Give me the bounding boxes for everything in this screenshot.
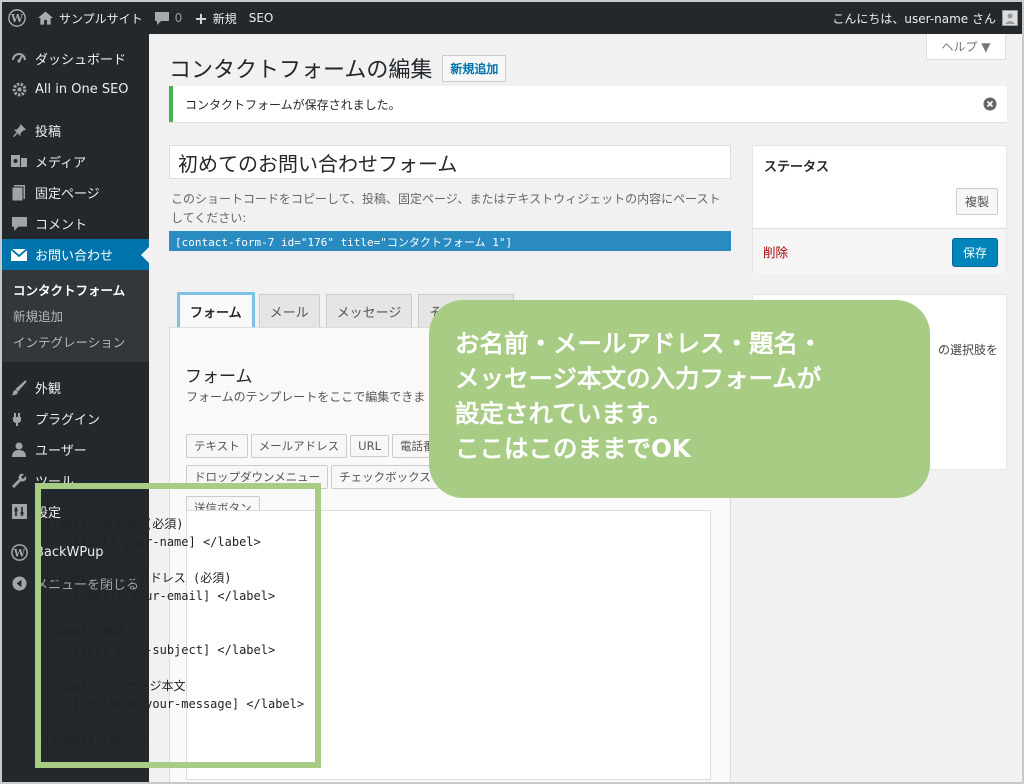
dismiss-icon[interactable]: [983, 97, 997, 111]
home-icon: [38, 11, 53, 25]
submenu-item-integration[interactable]: インテグレーション: [2, 328, 149, 354]
sidebar-item-label: 投稿: [35, 125, 62, 140]
page-title: コンタクトフォームの編集: [169, 58, 433, 83]
brush-icon: [10, 379, 28, 397]
avatar-person-icon: [1005, 13, 1015, 24]
callout-line: メッセージ本文の入力フォームが: [455, 364, 822, 393]
sidebar-item-label: All in One SEO: [35, 82, 129, 97]
comment-bubble-icon: [154, 11, 169, 25]
gear-icon: [10, 81, 28, 99]
dashboard-icon: [10, 50, 28, 68]
svg-text:W: W: [10, 12, 24, 25]
callout-line: 設定されています。: [455, 399, 673, 428]
collapse-arrow-icon: [10, 575, 28, 593]
form-template-code: <label> お名前 (必須) [text* your-name] </lab…: [44, 517, 305, 747]
status-actions: 削除 保存: [753, 228, 1006, 274]
avatar: [1002, 10, 1018, 26]
callout-line: お名前・メールアドレス・題名・: [455, 329, 823, 358]
submenu-item-add-new[interactable]: 新規追加: [2, 302, 149, 328]
tag-button-email[interactable]: メールアドレス: [250, 434, 348, 458]
site-name-link[interactable]: サンプルサイト: [32, 2, 149, 34]
sidebar-item-users[interactable]: ユーザー: [2, 434, 149, 465]
tab-messages[interactable]: メッセージ: [325, 294, 413, 328]
shortcode-description: このショートコードをコピーして、投稿、固定ページ、またはテキストウィジェットの内…: [171, 192, 721, 225]
sidebar-item-media[interactable]: メディア: [2, 146, 149, 177]
sidebar-item-label: ダッシュボード: [35, 53, 127, 68]
shortcode-field[interactable]: [contact-form-7 id="176" title="コンタクトフォー…: [169, 231, 731, 251]
panel-description: フォームのテンプレートをここで編集できま 照。: [186, 390, 454, 404]
tag-button-url[interactable]: URL: [350, 435, 389, 457]
sidebar-item-tools[interactable]: ツール: [2, 465, 149, 496]
new-label: 新規: [212, 11, 237, 26]
greeting: こんにちは、user-name さん: [832, 11, 996, 26]
plugin-icon: [10, 410, 28, 428]
form-title-input[interactable]: 初めてのお問い合わせフォーム: [169, 145, 731, 179]
tag-button-checkbox[interactable]: チェックボックス: [331, 465, 439, 489]
status-box: ステータス 複製 削除 保存: [752, 145, 1007, 274]
page-icon: [10, 184, 28, 202]
tab-form[interactable]: フォーム: [177, 292, 255, 330]
comments-link[interactable]: 0: [149, 2, 189, 34]
svg-text:W: W: [12, 547, 25, 559]
sidebar-item-label: ツール: [35, 475, 75, 490]
success-notice: コンタクトフォームが保存されました。: [169, 86, 1007, 122]
admin-bar: W サンプルサイト 0 + 新規 SEO こんにちは、user-name さん: [2, 2, 1022, 34]
sidebar-item-contact[interactable]: お問い合わせ: [2, 239, 149, 270]
contact-submenu: コンタクトフォーム 新規追加 インテグレーション: [2, 270, 149, 362]
sidebar-item-label: プラグイン: [35, 413, 101, 428]
duplicate-button[interactable]: 複製: [955, 188, 998, 215]
sidebar-item-pages[interactable]: 固定ページ: [2, 177, 149, 208]
page-title-row: コンタクトフォームの編集 新規追加: [169, 52, 507, 84]
sidebar-item-label: ユーザー: [35, 444, 87, 459]
comments-count: 0: [174, 11, 183, 25]
sidebar-item-label: コメント: [35, 218, 88, 233]
sidebar-item-appearance[interactable]: 外観: [2, 372, 149, 403]
sidebar-item-dashboard[interactable]: ダッシュボード: [2, 43, 149, 74]
save-button[interactable]: 保存: [951, 238, 998, 267]
pin-icon: [10, 122, 28, 140]
sidebar-item-label: メディア: [35, 156, 87, 171]
sidebar-item-label: 固定ページ: [35, 187, 100, 202]
status-title: ステータス: [764, 160, 830, 175]
sidebar-item-label: 外観: [35, 382, 62, 397]
settings-icon: [10, 503, 28, 521]
seo-label: SEO: [248, 11, 274, 25]
wordpress-logo-icon[interactable]: W: [2, 2, 32, 34]
account-menu[interactable]: こんにちは、user-name さん: [832, 2, 1018, 34]
user-icon: [10, 441, 28, 459]
tag-button-text[interactable]: テキスト: [186, 434, 248, 458]
backwpup-icon: W: [10, 544, 28, 562]
tag-button-dropdown[interactable]: ドロップダウンメニュー: [186, 465, 329, 489]
new-content-link[interactable]: + 新規: [188, 2, 242, 34]
mail-icon: [10, 246, 28, 264]
delete-link[interactable]: 削除: [763, 242, 788, 261]
callout-text: お名前・メールアドレス・題名・ メッセージ本文の入力フォームが 設定されています…: [455, 326, 925, 466]
wrench-icon: [10, 472, 28, 490]
notice-text: コンタクトフォームが保存されました。: [185, 97, 401, 112]
sidebar-item-posts[interactable]: 投稿: [2, 115, 149, 146]
sidebar-item-comments[interactable]: コメント: [2, 208, 149, 239]
media-icon: [10, 153, 28, 171]
plus-icon: +: [194, 8, 208, 28]
site-name: サンプルサイト: [59, 11, 143, 26]
sidebar-item-all-in-one-seo[interactable]: All in One SEO: [2, 74, 149, 105]
sidebar-item-label: お問い合わせ: [35, 249, 114, 264]
comment-icon: [10, 215, 28, 233]
panel-title: フォーム: [185, 367, 253, 387]
help-tab-button[interactable]: ヘルプ ▼: [926, 34, 1006, 60]
seo-link[interactable]: SEO: [243, 2, 280, 34]
add-new-button[interactable]: 新規追加: [442, 54, 507, 82]
submenu-item-contact-forms[interactable]: コンタクトフォーム: [2, 276, 149, 302]
sidebar-item-plugins[interactable]: プラグイン: [2, 403, 149, 434]
tab-mail[interactable]: メール: [258, 294, 320, 328]
callout-line: ここはこのままでOK: [455, 434, 691, 463]
info-box-text: の選択肢を: [937, 343, 998, 357]
screenshot-frame: W サンプルサイト 0 + 新規 SEO こんにちは、user-name さん: [0, 0, 1024, 784]
